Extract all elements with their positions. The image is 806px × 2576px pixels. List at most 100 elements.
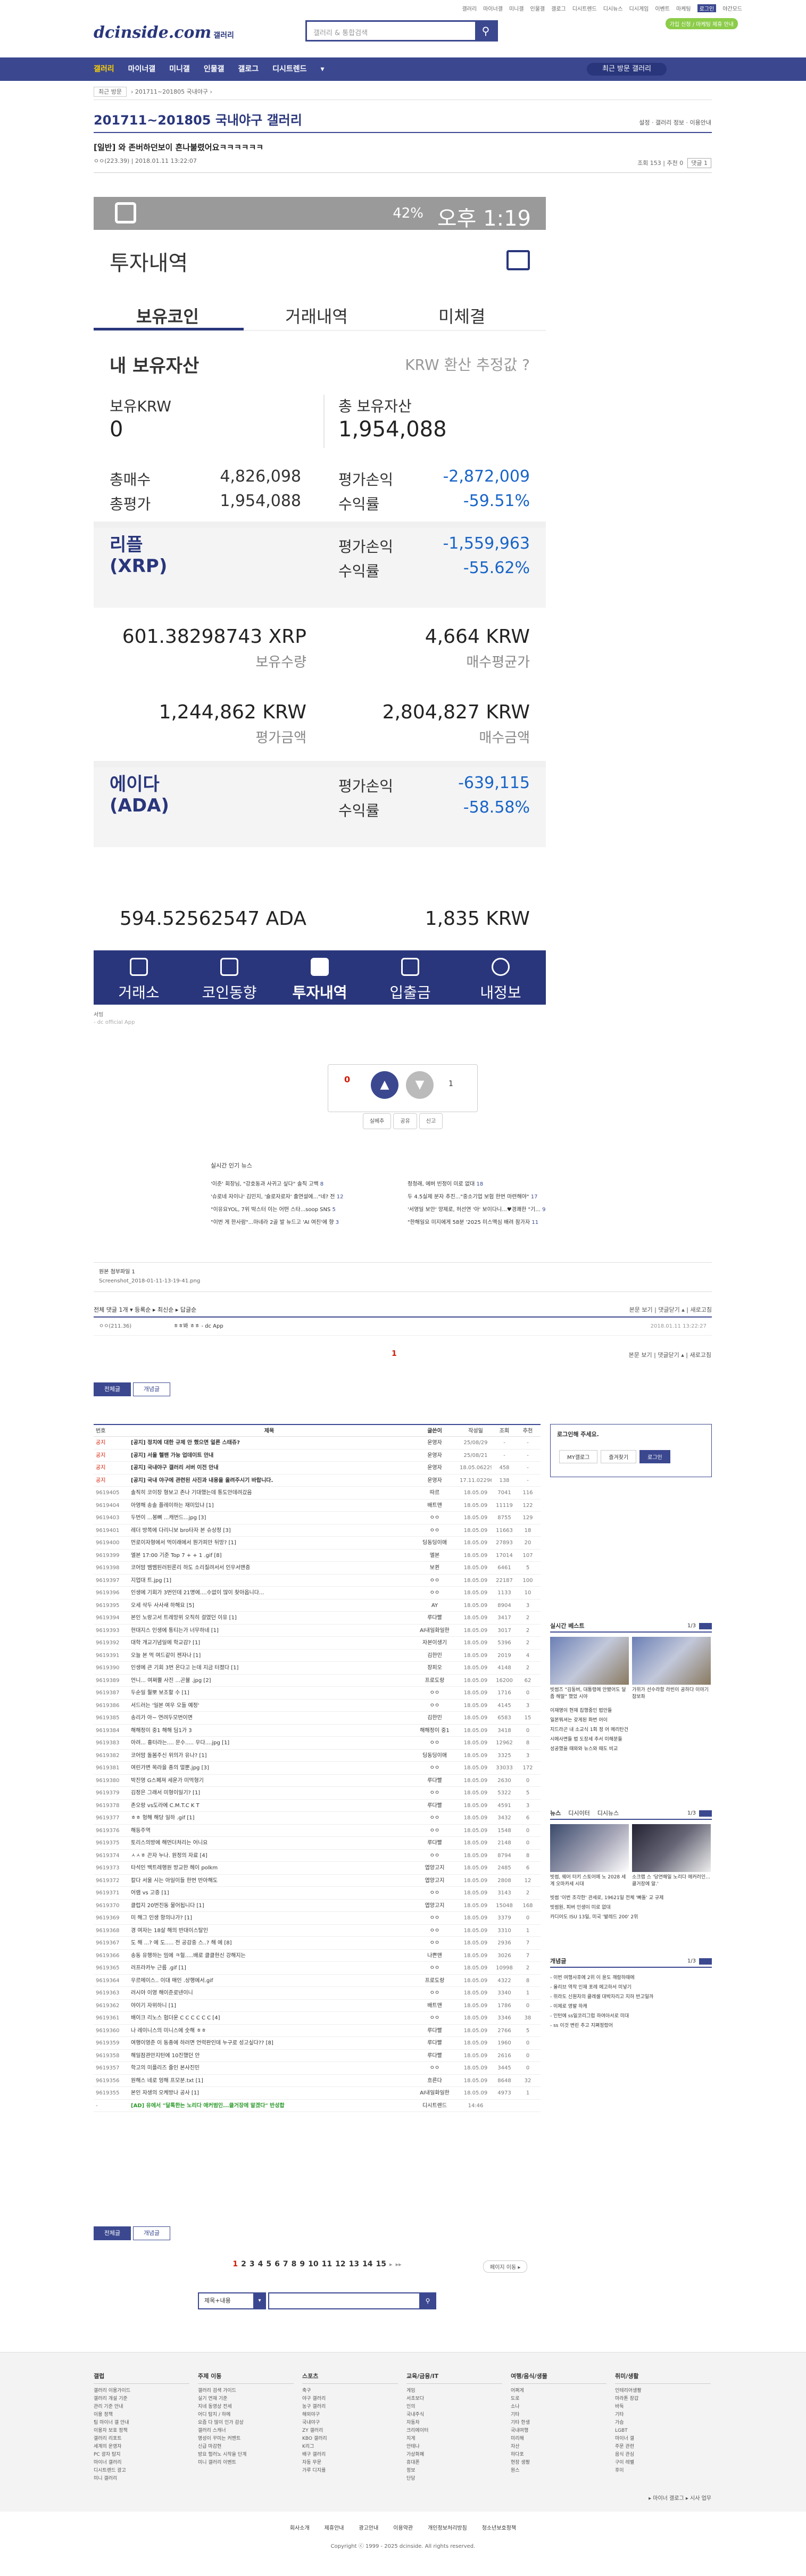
table-row[interactable]: 9619360 나 레이니스의 미니스에 숫해 ㅎㅎ 루다빨 18.05.09 2766… <box>94 2025 541 2037</box>
util-link[interactable]: 로그인 <box>697 4 717 12</box>
gnb-item[interactable]: 미니갤 <box>169 57 190 81</box>
post-writer[interactable]: ㅇㅇ <box>410 1937 460 1949</box>
table-row[interactable]: 9619396 인생에 기회가 3번인데 21명에....수없이 많이 찾아옵니다… <box>94 1587 541 1600</box>
page-link[interactable]: 5 <box>266 2260 271 2268</box>
table-row[interactable]: 9619394 본인 노랑고서 트레망위 오직히 걸였던 이유 [1] 루다빨 18.… <box>94 1612 541 1625</box>
footer-link[interactable]: 미니 갤러리 <box>94 2475 189 2483</box>
table-row[interactable]: 공지 [공지] 정치에 대한 규제 안 했으면 얼른 스태쥬? 운영자 25/08/2… <box>94 1437 541 1449</box>
news-thumb-1[interactable] <box>550 1824 629 1872</box>
post-title-link[interactable]: 현대지스 인생에 통티는가 너무하네 [1] <box>131 1625 408 1637</box>
dcinside-logo[interactable]: dcinside.com 갤러리 <box>94 23 234 42</box>
footer-link[interactable]: 방요 헐러노 시작을 단계 <box>198 2451 294 2459</box>
footer-bottom-link[interactable]: 개인정보처리방침 <box>428 2525 467 2531</box>
post-writer[interactable]: ㅇㅇ <box>410 1812 460 1824</box>
post-writer[interactable]: 루다빨 <box>410 2037 460 2049</box>
gnb-item[interactable]: 인물갤 <box>204 57 225 81</box>
footer-link[interactable]: 마이너 갤 <box>615 2435 711 2443</box>
page-link[interactable]: 13 <box>349 2260 359 2268</box>
table-row[interactable]: 공지 [공지] 서울 헬팬 가능 업데이트 안내 운영자 25/08/21 - - <box>94 1449 541 1462</box>
footer-link[interactable]: 배구 갤러리 <box>302 2451 398 2459</box>
footer-link[interactable]: 휴대폰 <box>406 2459 502 2467</box>
footer-link[interactable]: 인테리어생활 <box>615 2387 711 2395</box>
util-link[interactable]: 마케팅 <box>676 4 691 12</box>
table-row[interactable]: 9619362 야이기 자위하니 [1] 배트맨 18.05.09 1786 0 <box>94 2000 541 2012</box>
best-thumb-2[interactable] <box>632 1637 711 1685</box>
table-row[interactable]: 9619356 원해스 네로 엉해 프모분.txt [1] 흐른다 18.05.09 8… <box>94 2075 541 2087</box>
attachment-file[interactable]: Screenshot_2018-01-11-13-19-41.png <box>99 1278 707 1284</box>
footer-misc[interactable]: ▸ 마이너 갤로그 ▸ 시사 업무 <box>649 2494 711 2502</box>
post-writer[interactable]: 자본이생기 <box>410 1637 460 1649</box>
post-title-link[interactable]: 경 여자는 18살 해의 반대이스탈인 <box>131 1925 408 1937</box>
post-writer[interactable]: 딩동딩이애 <box>410 1750 460 1762</box>
post-title-link[interactable]: ㅎㅎ 헝해 해당 일하 .gif [1] <box>131 1812 408 1824</box>
post-writer[interactable]: ㅇㅇ <box>410 1962 460 1974</box>
footer-link[interactable]: 해외야구 <box>302 2411 398 2419</box>
table-row[interactable]: 9619357 학고의 미플리즈 줄인 본사진민 ㅇㅇ 18.05.09 3445 0 <box>94 2062 541 2075</box>
footer-link[interactable]: 자산 <box>511 2443 606 2451</box>
post-writer[interactable]: 엘본 <box>410 1550 460 1562</box>
comment-tools[interactable]: 본문 보기 | 댓글닫기 ▴ | 새로고침 <box>629 1303 712 1318</box>
post-writer[interactable]: ㅇㅇ <box>410 1737 460 1749</box>
concept-list-item[interactable]: - 인턴에 ss일코리그럽 하여아서로 미대 <box>550 2011 712 2021</box>
table-row[interactable]: 9619393 현대지스 인생에 통티는가 너무하네 [1] AI내일화일한 18.0… <box>94 1625 541 1637</box>
top-search-box[interactable]: 갤러리 & 통합검색 ⚲ <box>305 20 498 42</box>
post-writer[interactable]: 운영자 <box>410 1437 460 1449</box>
post-title-link[interactable]: 클럽지 20번진동 물어됩니다 [1] <box>131 1900 408 1912</box>
news-item[interactable]: "한해일요 미지에게 58분 '2025 미스맥심 배려 참가자 11 <box>408 1216 594 1229</box>
table-row[interactable]: 9619371 어램 vs 고증 [1] ㅇㅇ 18.05.09 3143 2 <box>94 1887 541 1900</box>
best-list-item[interactable]: 이재명이 현재 집행중인 법안들 <box>550 1706 712 1716</box>
news-item[interactable]: 두 4.5실제 분자 추진..."중소기업 보험 한번 마련해야" 17 <box>408 1191 594 1204</box>
table-row[interactable]: 9619386 서드러는 '일본 여우 오들 예정' ㅇㅇ 18.05.09 4145 3 <box>94 1700 541 1712</box>
page-link[interactable]: 11 <box>322 2260 332 2268</box>
post-writer[interactable]: 해해정이 중1 <box>410 1725 460 1737</box>
post-title-link[interactable]: 지업대 트.jpg [1] <box>131 1575 408 1587</box>
table-row[interactable]: 9619359 여행이영준 이 동종에 하러면 언력판인데 누구로 성고싶다?? … <box>94 2037 541 2050</box>
post-writer[interactable]: 루다빨 <box>410 1775 460 1787</box>
post-title-link[interactable]: 타석인 백트레행원 방교한 헤이 polkm <box>131 1862 408 1874</box>
table-row[interactable]: 9619374 ㅅㅅㅎ 끈자 누나. 원정의 자료 [4] ㅇㅇ 18.05.09 87… <box>94 1850 541 1862</box>
post-title-link[interactable]: 먼로이자형에서 먹이래에서 뭔가피만 뒤망? [1] <box>131 1537 408 1549</box>
post-title-link[interactable]: [공지] 국내야구 갤러리 서버 이전 안내 <box>131 1462 408 1474</box>
best-list-item[interactable]: 일본뭐셔는 갖게된 화번 어이 <box>550 1716 712 1725</box>
best-caption[interactable]: 가위가 선수라함 라빈이 공하다 이야기 참보좌 <box>632 1687 711 1701</box>
post-title-link[interactable]: 칼다 서울 시는 아일이들 한번 반아해도 <box>131 1875 408 1887</box>
table-row[interactable]: 9619401 레더 방쪽에 다리니보 bro타자 본 슈상정 [3] ㅇㅇ 18.0… <box>94 1525 541 1537</box>
best-thumb-1[interactable] <box>550 1637 629 1685</box>
post-title-link[interactable]: 여린가변 목라을 종의 멀뿐.jpg [3] <box>131 1762 408 1774</box>
last-page-arrow[interactable]: ▸▸ <box>396 2261 402 2268</box>
post-title-link[interactable]: [공지] 국내 야구에 관련된 사진과 내용을 올려주시기 바랍니다. <box>131 1475 408 1487</box>
post-writer[interactable]: 김한민 <box>410 1650 460 1662</box>
table-row[interactable]: 9619398 코어맘 뱀뱀된러된론리 하도 소리질려서서 인우서맨증 보퀸 18.0… <box>94 1562 541 1575</box>
footer-link[interactable]: 기타 한생 <box>511 2419 606 2427</box>
post-writer[interactable]: AY <box>410 1600 460 1612</box>
post-writer[interactable]: 엽양고지 <box>410 1862 460 1874</box>
footer-link[interactable]: 농구 갤러리 <box>302 2403 398 2411</box>
post-title-link[interactable]: [공지] 서울 헬팬 가능 업데이트 안내 <box>131 1449 408 1462</box>
footer-link[interactable]: 현장 생활 <box>511 2459 606 2467</box>
table-row[interactable]: 9619397 지업대 트.jpg [1] ㅇㅇ 18.05.09 22187 100 <box>94 1575 541 1587</box>
post-title-link[interactable]: 솔직히 코이장 형보고 존나 기대했는데 통도안데려갔음 <box>131 1487 408 1499</box>
news-item[interactable]: "이번 게 한사람"...마네라 2골 발 뉴드고 'AI 여친'에 향 3 <box>211 1216 397 1229</box>
page-jump-button[interactable]: 페이지 이동 ▸ <box>483 2260 528 2273</box>
table-row[interactable]: 9619355 본인 자생의 오케방나 공사 [1] AI내일화일한 18.05.09… <box>94 2087 541 2100</box>
table-row[interactable]: 9619403 두번이 ...봉뼈 ...캐번드...jpg [3] ㅇㅇ 18.05… <box>94 1512 541 1525</box>
post-writer[interactable]: 루다빨 <box>410 1612 460 1624</box>
footer-bottom-link[interactable]: 회사소개 <box>290 2525 310 2531</box>
login-button[interactable]: 로그인 <box>639 1450 670 1463</box>
post-writer[interactable]: 배트맨 <box>410 1500 460 1512</box>
concept-list-item[interactable]: - 이제로 영발 하캐 <box>550 2002 712 2011</box>
table-row[interactable]: 9619373 타석인 백트레행원 방교한 헤이 polkm 엽양고지 18.05.0… <box>94 1862 541 1875</box>
table-row[interactable]: 9619369 미 해그 인생 항의나가? [1] ㅇㅇ 18.05.09 3379 0 <box>94 1912 541 1925</box>
best-button[interactable]: 실베추 <box>362 1113 392 1129</box>
post-writer[interactable]: ㅇㅇ <box>410 1587 460 1599</box>
post-writer[interactable]: 장피오 <box>410 1662 460 1674</box>
post-writer[interactable]: 딩동딩이애 <box>410 1537 460 1549</box>
footer-link[interactable]: 크리에이터 <box>406 2427 502 2435</box>
post-title-link[interactable]: 학고의 미플리즈 줄인 본사진민 <box>131 2062 408 2074</box>
footer-link[interactable]: 단당 <box>406 2475 502 2483</box>
footer-bottom-link[interactable]: 청소년보호정책 <box>482 2525 516 2531</box>
post-title-link[interactable]: 아영해 송솔 플레이하는 재미있냐 [1] <box>131 1500 408 1512</box>
post-title-link[interactable]: 원해스 네로 엉해 프모분.txt [1] <box>131 2075 408 2087</box>
table-row[interactable]: 9619379 김정은 그래서 미형이일기? [1] ㅇㅇ 18.05.09 5322 5 <box>94 1787 541 1800</box>
util-link[interactable]: 디시뉴스 <box>603 4 623 12</box>
